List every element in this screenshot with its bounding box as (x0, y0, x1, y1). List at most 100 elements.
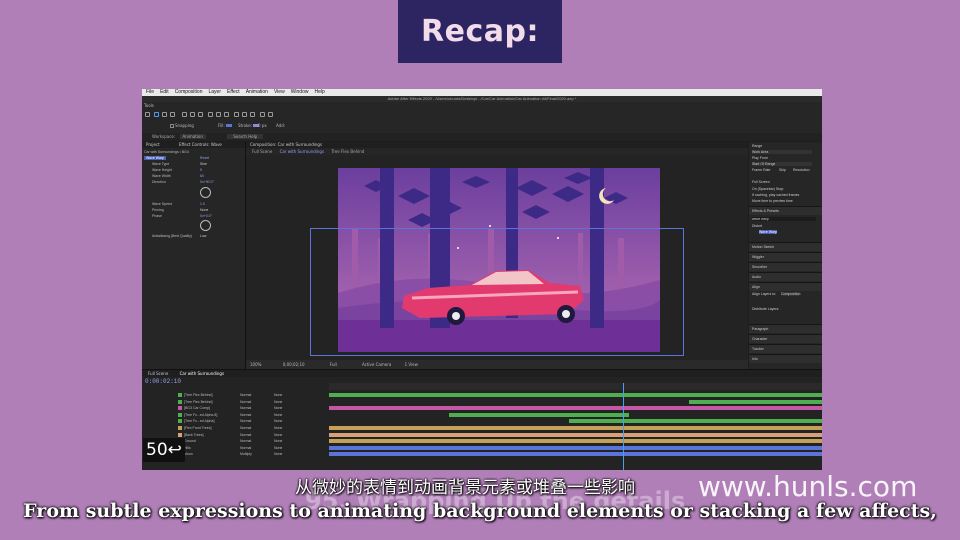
layer-color-label[interactable] (178, 419, 182, 424)
timeline-layer-row[interactable]: [Flex Front Trees] Normal None (142, 425, 328, 431)
search-help-input[interactable]: Search Help (227, 134, 264, 139)
workspace-select[interactable]: Animation (179, 134, 206, 139)
motion-sketch-header[interactable]: Motion Sketch (749, 242, 822, 251)
menu-item-animation[interactable]: Animation (246, 89, 268, 96)
views-select[interactable]: 1 View (405, 362, 418, 367)
fx-wave-height-value[interactable]: 5 (200, 168, 202, 172)
layer-color-label[interactable] (178, 406, 182, 411)
stroke-option[interactable]: Stroke: (238, 123, 260, 128)
timeline-tab-full-scene[interactable]: Full Scene (148, 371, 168, 376)
fx-reset[interactable]: Reset (200, 156, 209, 160)
menu-item-view[interactable]: View (274, 89, 285, 96)
rectangle-tool-icon[interactable] (208, 112, 213, 117)
tab-project[interactable]: Project (146, 142, 160, 147)
layer-duration-bar[interactable] (329, 426, 822, 430)
timeline-layer-row[interactable]: [Tree Flex Behind] Normal None (142, 399, 328, 405)
camera-select[interactable]: Active Camera (362, 362, 391, 367)
tracker-header[interactable]: Tracker (749, 344, 822, 353)
timeline-layer-row[interactable]: [Back Trees] Normal None (142, 432, 328, 438)
effects-search-input[interactable]: wave warp (752, 217, 816, 221)
timeline-tab-car[interactable]: Car with Surroundings (180, 371, 224, 376)
layer-duration-bar[interactable] (329, 439, 822, 444)
play-from-select[interactable]: Start Of Range (752, 162, 812, 166)
audio-header[interactable]: Audio (749, 272, 822, 281)
resolution-select[interactable]: Full (330, 362, 337, 367)
layer-parent[interactable]: None (274, 393, 282, 397)
wiggler-header[interactable]: Wiggler (749, 252, 822, 261)
timeline-layer-row[interactable]: [Tree Flex Behind] Normal None (142, 392, 328, 398)
playhead[interactable] (623, 383, 624, 470)
layer-duration-bar[interactable] (329, 445, 822, 450)
align-header[interactable]: Align (749, 282, 822, 291)
layer-duration-bar[interactable] (329, 393, 822, 397)
paragraph-header[interactable]: Paragraph (749, 324, 822, 333)
fx-antialiasing-value[interactable]: Low (200, 234, 206, 238)
subtab-full-scene[interactable]: Full Scene (252, 149, 272, 154)
menu-item-composition[interactable]: Composition (175, 89, 203, 96)
effects-presets-header[interactable]: Effects & Presets (749, 206, 822, 215)
layer-duration-bar[interactable] (329, 432, 822, 437)
menu-item-file[interactable]: File (146, 89, 154, 96)
layer-parent[interactable]: None (274, 400, 282, 404)
tab-effect-controls[interactable]: Effect Controls: Wave (179, 142, 222, 147)
layer-parent[interactable]: None (274, 446, 282, 450)
time-ruler[interactable] (329, 383, 822, 390)
smoother-header[interactable]: Smoother (749, 262, 822, 271)
snapping-option[interactable]: Snapping (170, 123, 194, 128)
brush-tool-icon[interactable] (234, 112, 239, 117)
move-time-checkbox[interactable]: Move time to preview time (752, 199, 793, 203)
puppet-tool-icon[interactable] (268, 112, 273, 117)
timeline-timecode[interactable]: 0:00:02:10 (145, 378, 181, 385)
selection-tool-icon[interactable] (154, 112, 159, 117)
fx-wave-type-value[interactable]: Sine (200, 162, 207, 166)
zoom-tool-icon[interactable] (170, 112, 175, 117)
layer-parent[interactable]: None (274, 406, 282, 410)
layer-mode[interactable]: Normal (240, 445, 274, 451)
layer-color-label[interactable] (178, 426, 182, 431)
layer-duration-bar[interactable] (329, 452, 822, 457)
direction-dial-icon[interactable] (200, 187, 211, 198)
full-screen-checkbox[interactable]: Full Screen (752, 180, 770, 184)
cached-frames-checkbox[interactable]: If caching, play cached frames (752, 193, 799, 197)
layer-color-label[interactable] (178, 412, 182, 417)
preview-range-select[interactable]: Work Area (752, 150, 812, 154)
add-option[interactable]: Add: (276, 123, 285, 128)
pen-tool-icon[interactable] (216, 112, 221, 117)
subtab-tree-flex-behind[interactable]: Tree Flex Behind (331, 149, 364, 154)
info-header[interactable]: Info (749, 354, 822, 363)
fx-phase-value[interactable]: 0x+0.0° (200, 214, 212, 218)
layer-mode[interactable]: Normal (240, 438, 274, 444)
menu-item-edit[interactable]: Edit (160, 89, 169, 96)
fx-wave-width-value[interactable]: 60 (200, 174, 204, 178)
effects-distort-folder[interactable]: Distort (752, 224, 762, 228)
character-header[interactable]: Character (749, 334, 822, 343)
menu-item-help[interactable]: Help (314, 89, 324, 96)
layer-parent[interactable]: None (274, 452, 282, 456)
layer-mode[interactable]: Normal (240, 399, 274, 405)
fill-option[interactable]: Fill: (218, 123, 232, 128)
layer-parent[interactable]: None (274, 433, 282, 437)
fx-pinning-value[interactable]: None (200, 208, 208, 212)
layer-duration-bar[interactable] (689, 399, 822, 404)
layer-parent[interactable]: None (274, 439, 282, 443)
timeline-layer-row[interactable]: [Tree Fx...ed Alpha] Normal None (142, 418, 328, 424)
camera-tool-icon[interactable] (190, 112, 195, 117)
fx-wave-speed-value[interactable]: 1.0 (200, 202, 205, 206)
layer-bounding-box[interactable] (310, 228, 684, 356)
timeline-layer-row[interactable]: [Tree Fx...ed Alpha 8] Normal None (142, 412, 328, 418)
layer-mode[interactable]: Normal (240, 405, 274, 411)
subtab-car-with-surroundings[interactable]: Car with Surroundings (280, 149, 324, 154)
layer-duration-bar[interactable] (329, 406, 822, 411)
layer-duration-bar[interactable] (569, 419, 822, 424)
home-icon[interactable] (145, 112, 150, 117)
layer-color-label[interactable] (178, 393, 182, 398)
pan-behind-tool-icon[interactable] (198, 112, 203, 117)
roto-brush-tool-icon[interactable] (260, 112, 265, 117)
menu-item-layer[interactable]: Layer (208, 89, 221, 96)
align-to-select[interactable]: Composition (781, 292, 801, 296)
layer-duration-bar[interactable] (449, 412, 629, 417)
type-tool-icon[interactable] (224, 112, 229, 117)
phase-dial-icon[interactable] (200, 220, 211, 231)
stroke-width[interactable]: 0 px (258, 123, 267, 128)
rotation-tool-icon[interactable] (182, 112, 187, 117)
